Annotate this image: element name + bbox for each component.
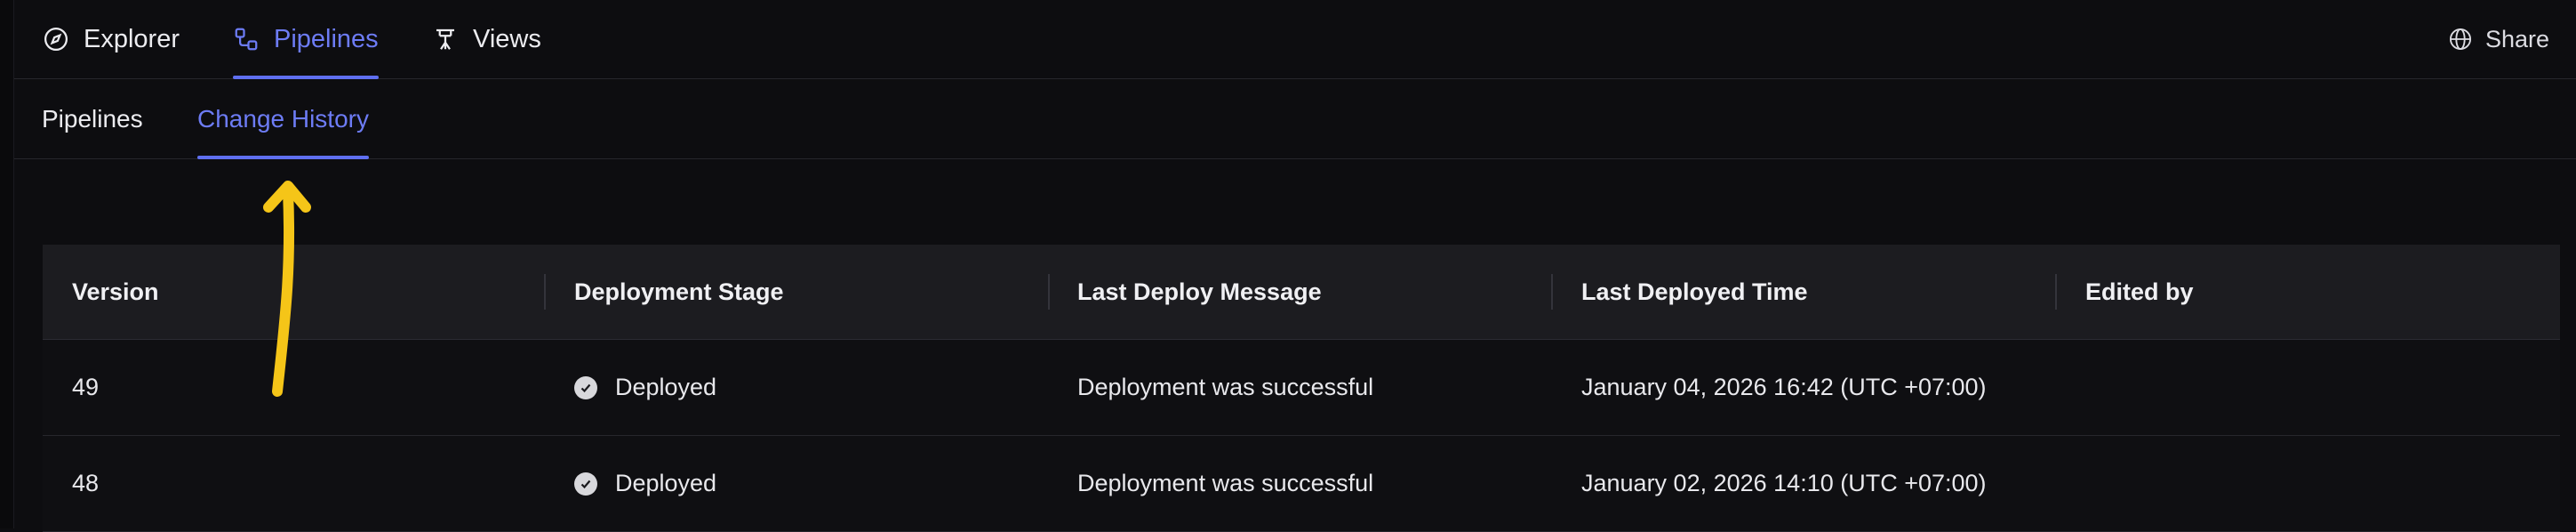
cell-deployment-stage: Deployed [574,340,716,435]
pipeline-icon [235,28,258,51]
sub-nav: Pipelines Change History [14,79,2576,159]
column-divider[interactable] [2055,274,2057,310]
tab-explorer-label: Explorer [84,24,180,53]
header-version: Version [72,278,159,305]
column-divider[interactable] [1048,274,1050,310]
column-divider[interactable] [1551,274,1553,310]
header-last-deployed-time: Last Deployed Time [1581,278,1808,305]
top-nav: Explorer Pipelines Views Share [14,0,2576,79]
check-circle-icon [574,472,597,496]
table-row[interactable]: 48 Deployed Deployment was successful Ja… [43,436,2560,532]
stage-label: Deployed [615,470,717,496]
check-circle-icon [574,375,597,399]
subtab-pipelines-label: Pipelines [42,104,143,133]
table-row[interactable]: 49 Deployed Deployment was successful Ja… [43,340,2560,436]
tab-explorer[interactable]: Explorer [43,0,180,78]
header-edited-by: Edited by [2085,278,2194,305]
tab-pipelines[interactable]: Pipelines [233,0,379,79]
stage-label: Deployed [615,374,717,400]
left-sidebar-edge [0,0,14,528]
cell-version: 49 [72,374,100,400]
cell-version: 48 [72,470,100,496]
cell-deploy-message: Deployment was successful [1077,470,1374,496]
cell-deploy-message: Deployment was successful [1077,374,1374,400]
cell-deployed-time: January 02, 2026 14:10 (UTC +07:00) [1581,470,1987,496]
views-icon [436,28,454,50]
subtab-pipelines[interactable]: Pipelines [42,79,143,158]
subtab-change-history-label: Change History [197,104,369,133]
share-button[interactable]: Share [2448,0,2549,78]
compass-icon [44,28,68,51]
change-history-table: Version Deployment Stage Last Deploy Mes… [43,245,2560,532]
globe-icon [2449,28,2471,51]
subtab-change-history[interactable]: Change History [197,79,369,159]
header-last-deploy-message: Last Deploy Message [1077,278,1322,305]
arrow-up-annotation [263,181,311,397]
cell-deployment-stage: Deployed [574,436,716,531]
tab-pipelines-label: Pipelines [274,24,379,53]
tab-views[interactable]: Views [432,0,541,78]
cell-deployed-time: January 04, 2026 16:42 (UTC +07:00) [1581,374,1987,400]
column-divider[interactable] [544,274,546,310]
share-label: Share [2484,25,2549,52]
tab-views-label: Views [473,24,541,53]
table-header: Version Deployment Stage Last Deploy Mes… [43,245,2560,340]
header-deployment-stage: Deployment Stage [574,278,784,305]
